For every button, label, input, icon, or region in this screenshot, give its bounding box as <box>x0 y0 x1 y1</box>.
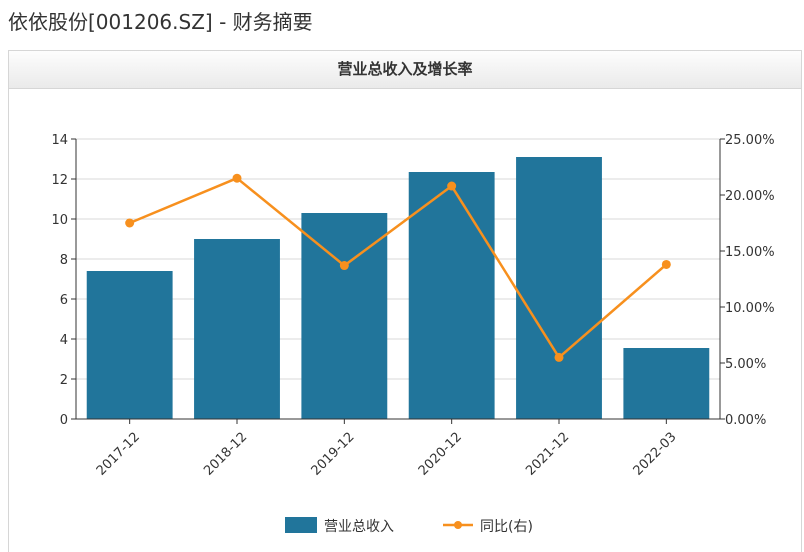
right-axis-tick-label: 25.00% <box>725 133 775 148</box>
legend: 营业总收入 同比(右) <box>285 517 533 535</box>
right-axis-tick-label: 15.00% <box>725 245 775 260</box>
growth-point <box>232 173 242 183</box>
left-axis-tick-label: 4 <box>60 333 68 348</box>
x-axis-tick-label: 2017-12 <box>94 430 143 479</box>
x-axis-tick-label: 2022-03 <box>631 430 680 479</box>
left-axis-tick-label: 8 <box>60 253 68 268</box>
bar-layer <box>86 157 710 419</box>
revenue-growth-chart: 0 2 4 6 8 10 12 14 0.00% 5.00% 10.00% 15.00% 20.00% 2… <box>51 133 775 535</box>
bar <box>86 271 173 419</box>
legend-swatch-revenue <box>285 517 317 533</box>
right-axis-tick-label: 5.00% <box>725 357 766 372</box>
right-axis-tick-label: 20.00% <box>725 189 775 204</box>
legend-swatch-growth-dot <box>454 521 462 529</box>
bar <box>194 239 280 419</box>
x-axis-tick-label: 2020-12 <box>416 430 465 479</box>
growth-point <box>125 218 135 228</box>
left-axis-tick-label: 14 <box>51 133 68 148</box>
left-axis-tick-label: 2 <box>60 373 68 388</box>
bar <box>623 348 710 419</box>
legend-label-growth: 同比(右) <box>480 519 533 535</box>
legend-label-revenue: 营业总收入 <box>324 519 394 535</box>
right-axis-tick-label: 0.00% <box>725 413 766 428</box>
growth-point <box>554 352 564 362</box>
left-axis-tick-label: 6 <box>60 293 68 308</box>
bar <box>516 157 602 419</box>
left-axis-tick-label: 12 <box>51 173 68 188</box>
x-axis-tick-label: 2021-12 <box>523 430 572 479</box>
growth-point <box>339 261 349 271</box>
right-axis-tick-label: 10.00% <box>725 301 775 316</box>
growth-point <box>661 259 671 269</box>
growth-point <box>447 181 457 191</box>
left-axis-tick-label: 10 <box>51 213 68 228</box>
x-axis-tick-label: 2019-12 <box>309 430 358 479</box>
left-axis-tick-label: 0 <box>60 413 68 428</box>
x-axis-tick-label: 2018-12 <box>201 430 250 479</box>
